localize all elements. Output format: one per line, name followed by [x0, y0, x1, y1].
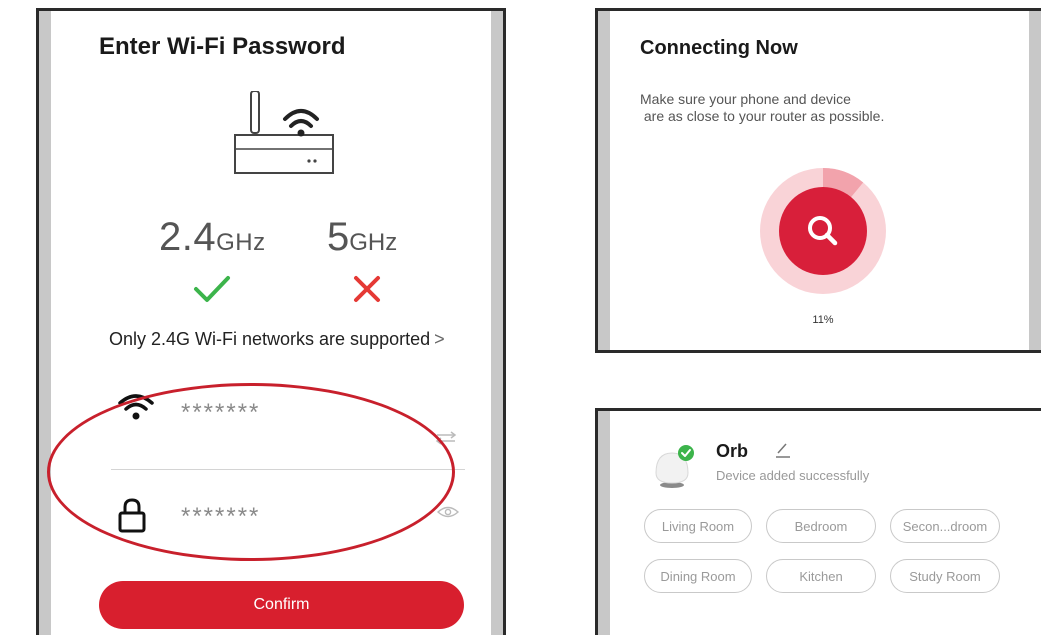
band-24ghz-label: 2.4GHz: [159, 215, 266, 259]
screen-edge: [1029, 11, 1041, 350]
room-chip[interactable]: Bedroom: [766, 509, 876, 543]
router-icon: [234, 91, 334, 174]
connecting-screen: Connecting Now Make sure your phone and …: [595, 8, 1041, 353]
screen-edge: [491, 11, 503, 635]
band-5ghz-label: 5GHz: [327, 215, 398, 259]
room-chip[interactable]: Living Room: [644, 509, 752, 543]
search-progress-ring: [760, 168, 886, 294]
screen-edge: [39, 11, 51, 635]
room-chip[interactable]: Dining Room: [644, 559, 752, 593]
connection-hint: Make sure your phone and device are as c…: [640, 91, 885, 124]
page-title: Enter Wi-Fi Password: [99, 33, 346, 60]
page-title: Connecting Now: [640, 37, 798, 59]
check-icon: [194, 276, 230, 302]
supported-networks-link[interactable]: Only 2.4G Wi-Fi networks are supported >: [109, 329, 445, 350]
device-name: Orb: [716, 441, 749, 461]
room-chip[interactable]: Secon...droom: [890, 509, 1000, 543]
confirm-button[interactable]: Confirm: [99, 581, 464, 629]
edit-icon[interactable]: [774, 441, 792, 459]
device-status: Device added successfully: [716, 468, 870, 483]
highlight-annotation: [47, 383, 455, 561]
orb-device-icon: [655, 445, 694, 488]
wifi-password-screen: Enter Wi-Fi Password 2.4GHz 5GHz Only 2.…: [36, 8, 506, 635]
room-chip[interactable]: Kitchen: [766, 559, 876, 593]
progress-percent: 11%: [812, 314, 834, 326]
chevron-right-icon: >: [434, 329, 445, 349]
eye-icon[interactable]: [437, 505, 459, 519]
screen-edge: [598, 11, 610, 350]
screen-edge: [598, 411, 610, 635]
room-chip[interactable]: Study Room: [890, 559, 1000, 593]
device-added-screen: Orb Device added successfully Living Roo…: [595, 408, 1041, 635]
cross-icon: [354, 276, 380, 302]
